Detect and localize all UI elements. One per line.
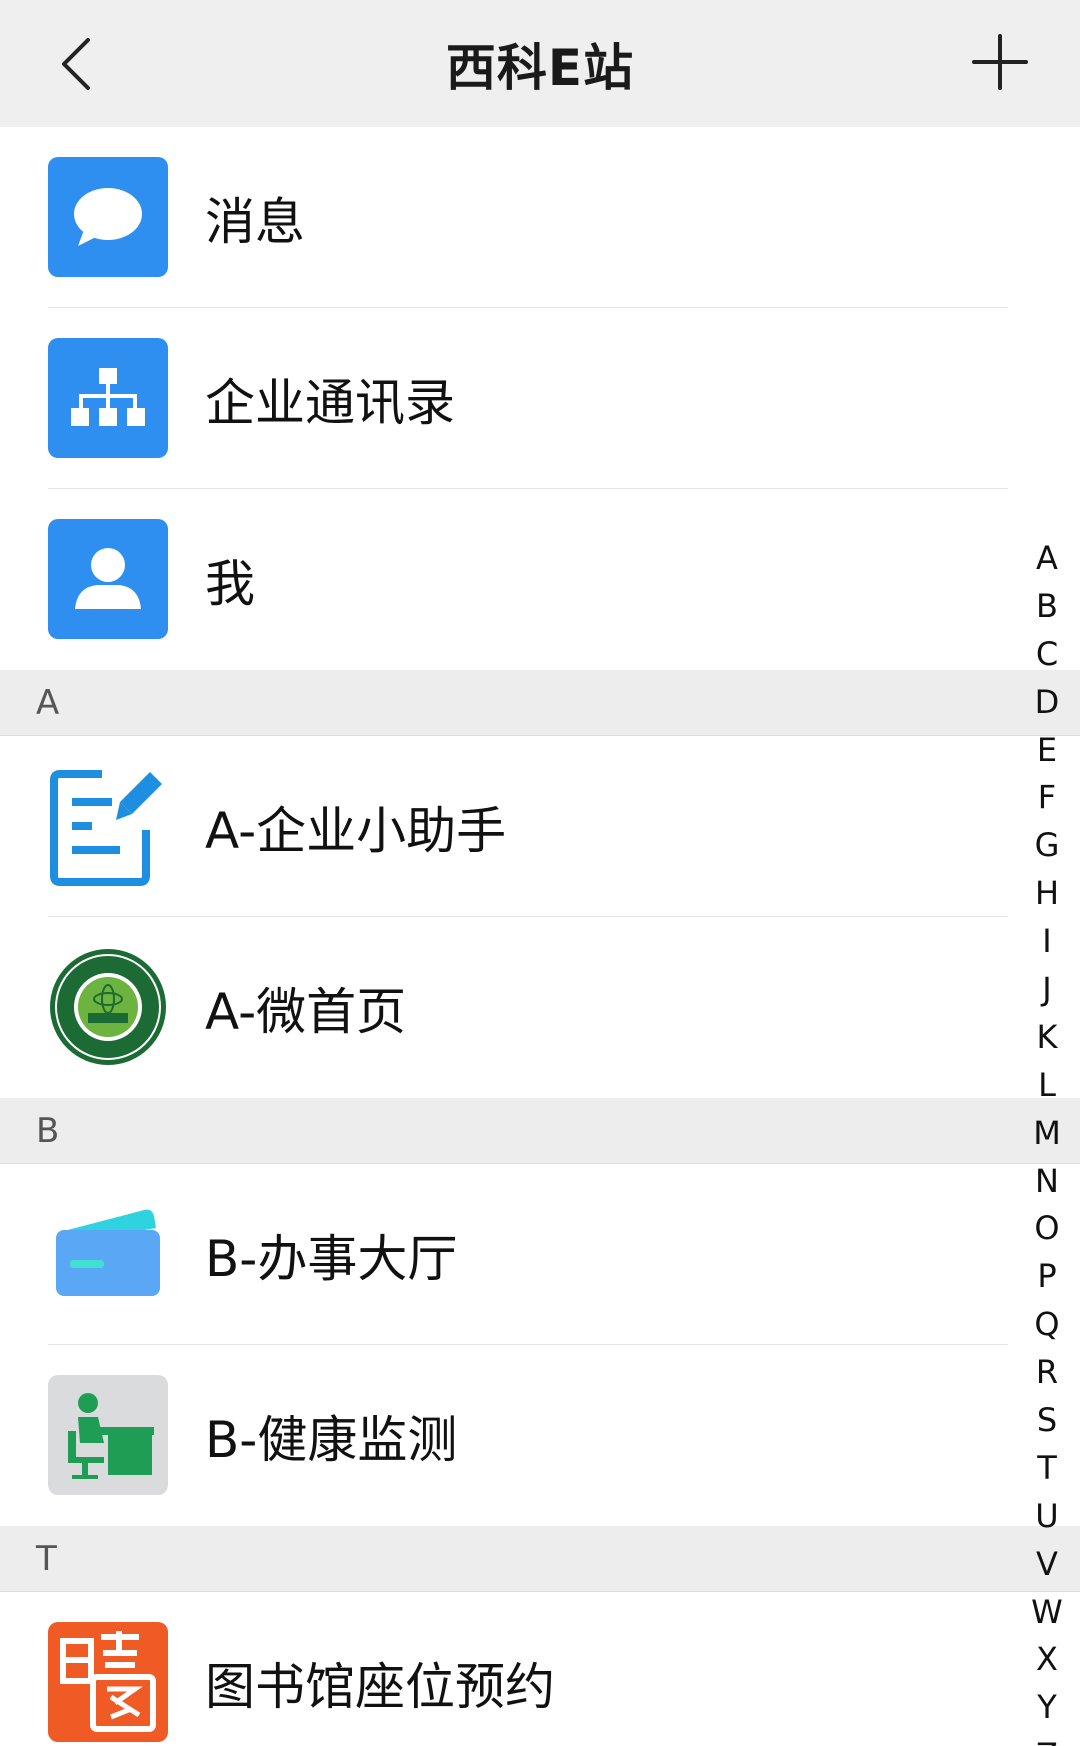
index-letter[interactable]: A [1036, 535, 1058, 583]
university-seal-icon [48, 947, 168, 1067]
section-letter: T [36, 1539, 57, 1579]
index-letter[interactable]: P [1037, 1253, 1056, 1301]
index-letter[interactable]: N [1035, 1158, 1059, 1206]
index-letter[interactable]: S [1037, 1397, 1057, 1445]
list-item-label: 企业通讯录 [205, 373, 455, 432]
list-item-library-seat-booking[interactable]: 图书馆座位预约 [0, 1592, 1080, 1746]
index-letter[interactable]: K [1037, 1014, 1058, 1062]
list-item-me[interactable]: 我 [0, 489, 1080, 670]
section-header-t: T [0, 1526, 1080, 1592]
xiaotu-icon [48, 1622, 168, 1742]
index-letter[interactable]: C [1036, 631, 1058, 679]
index-letter[interactable]: E [1037, 727, 1057, 775]
index-letter[interactable]: W [1031, 1589, 1063, 1637]
index-letter[interactable]: O [1034, 1205, 1059, 1253]
section-header-b: B [0, 1098, 1080, 1164]
card-icon [48, 1194, 168, 1314]
list-item-label: B-健康监测 [205, 1410, 458, 1469]
list-item-label: 我 [205, 554, 255, 613]
index-letter[interactable]: G [1035, 822, 1060, 870]
list-item-label: B-办事大厅 [205, 1229, 458, 1288]
top-bar: 西科E站 [0, 0, 1080, 127]
list-item-service-hall[interactable]: B-办事大厅 [0, 1164, 1080, 1345]
document-pin-icon [48, 766, 168, 886]
index-letter[interactable]: U [1035, 1493, 1058, 1541]
index-letter[interactable]: B [1036, 583, 1058, 631]
index-letter[interactable]: I [1042, 918, 1051, 966]
index-letter[interactable]: X [1036, 1636, 1058, 1684]
list-item-health-monitoring[interactable]: B-健康监测 [0, 1345, 1080, 1526]
org-chart-icon [48, 338, 168, 458]
index-letter[interactable]: Z [1036, 1732, 1058, 1746]
index-letter[interactable]: Y [1037, 1684, 1057, 1732]
index-letter[interactable]: R [1036, 1349, 1058, 1397]
page-title: 西科E站 [445, 38, 635, 97]
index-letter[interactable]: L [1038, 1062, 1056, 1110]
section-letter: B [36, 1111, 60, 1151]
list-item-enterprise-directory[interactable]: 企业通讯录 [0, 308, 1080, 489]
list-item-label: 消息 [205, 192, 305, 251]
list-item-enterprise-assistant[interactable]: A-企业小助手 [0, 736, 1080, 917]
section-header-a: A [0, 670, 1080, 736]
index-letter[interactable]: H [1035, 870, 1059, 918]
section-letter: A [36, 683, 60, 723]
chevron-left-icon [62, 38, 90, 90]
list-item-label: A-微首页 [205, 982, 407, 1041]
desk-person-icon [48, 1375, 168, 1495]
add-button[interactable] [960, 22, 1040, 102]
index-letter[interactable]: V [1036, 1541, 1058, 1589]
index-letter[interactable]: D [1035, 679, 1060, 727]
index-letter[interactable]: J [1042, 966, 1051, 1014]
list-item-messages[interactable]: 消息 [0, 127, 1080, 308]
list-item-label: 图书馆座位预约 [205, 1657, 555, 1716]
index-letter[interactable]: T [1037, 1445, 1057, 1493]
list-item-micro-homepage[interactable]: A-微首页 [0, 917, 1080, 1098]
index-letter[interactable]: M [1033, 1110, 1061, 1158]
alphabet-index[interactable]: A B C D E F G H I J K L M N O P Q R S T … [1014, 535, 1080, 1746]
index-letter[interactable]: F [1038, 774, 1056, 822]
person-icon [48, 519, 168, 639]
contact-list: 消息 企业通讯录 我 A A-企业小助手 A-微首页 B B-办事大厅 B-健康… [0, 127, 1080, 1746]
index-letter[interactable]: Q [1034, 1301, 1059, 1349]
plus-icon [972, 34, 1028, 90]
chat-bubble-icon [48, 157, 168, 277]
list-item-label: A-企业小助手 [205, 801, 507, 860]
back-button[interactable] [36, 24, 116, 104]
